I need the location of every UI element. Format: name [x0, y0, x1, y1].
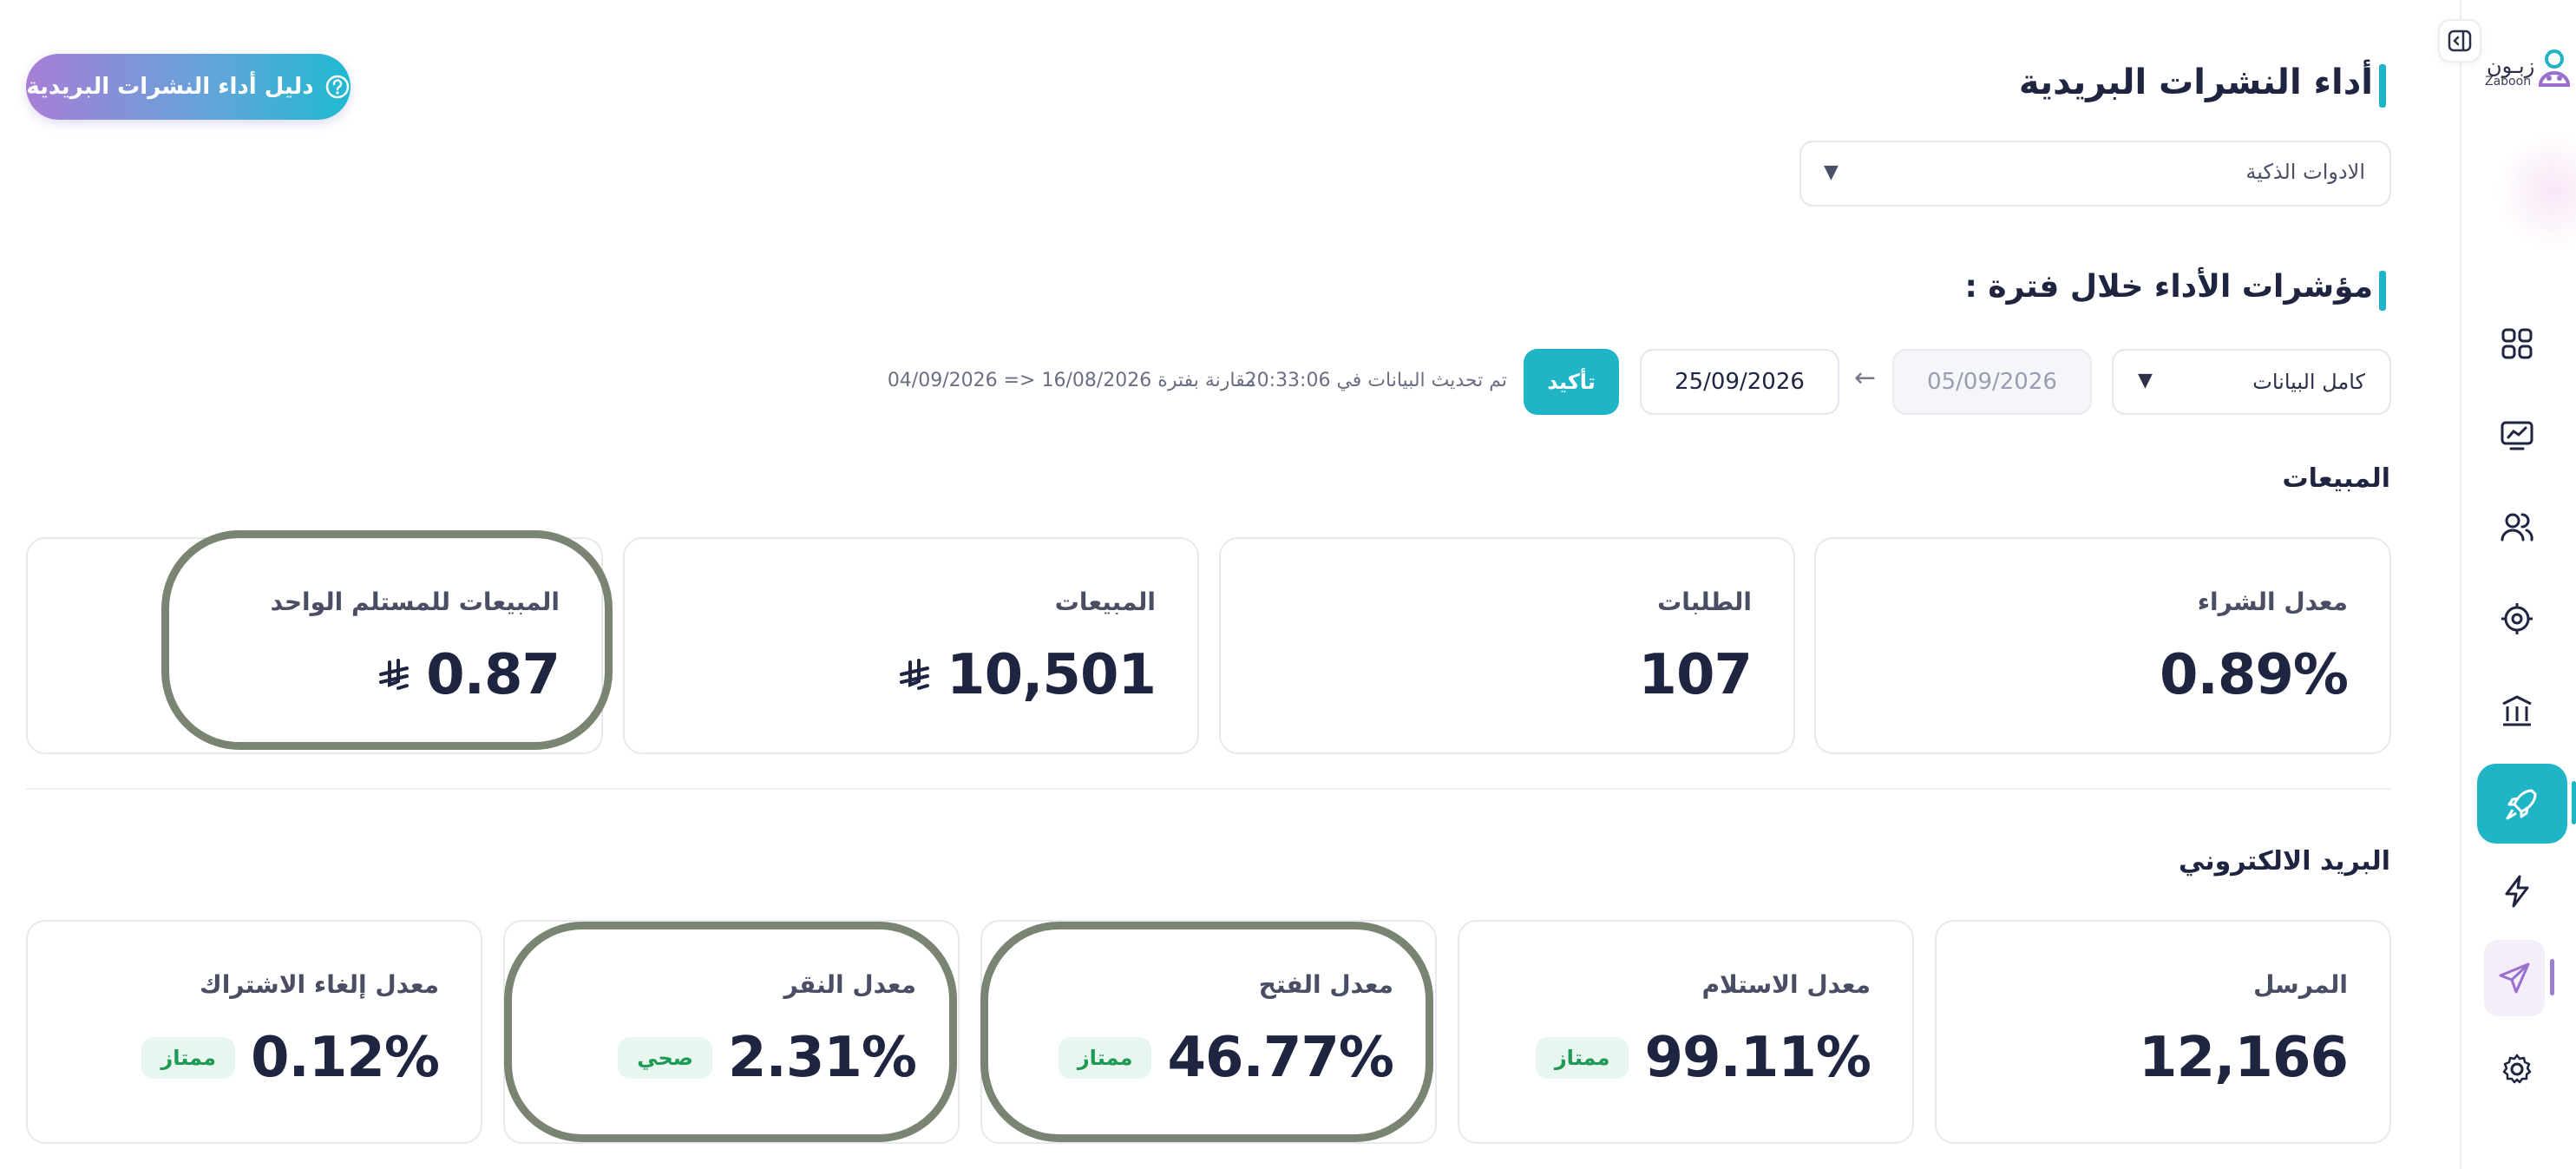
card-value: 0.87 — [426, 643, 560, 707]
arrow-left-icon: ← — [1854, 363, 1877, 393]
card-value-row: 0.87 — [379, 643, 560, 707]
analytics-icon — [2501, 421, 2533, 450]
kpi-card-unsubscribe-rate: معدل إلغاء الاشتراك ممتاز 0.12% — [26, 920, 482, 1144]
section-divider — [26, 788, 2391, 790]
nav-campaigns[interactable] — [2477, 764, 2567, 844]
kpi-card-click-rate: معدل النقر صحي 2.31% — [503, 920, 960, 1144]
last-updated-text: تم تحديث البيانات في 20:33:06 — [1244, 370, 1507, 391]
active-nav-marker — [2572, 781, 2576, 824]
status-badge: صحي — [618, 1037, 712, 1079]
card-value: 0.12% — [250, 1026, 440, 1090]
status-badge: ممتاز — [1058, 1037, 1152, 1079]
card-label: معدل الشراء — [2197, 588, 2348, 616]
period-select[interactable]: كامل البيانات ▼ — [2112, 349, 2391, 415]
nav-dashboard[interactable] — [2487, 313, 2547, 374]
card-value: 0.89% — [2159, 643, 2349, 707]
gear-icon — [2502, 1054, 2532, 1084]
title-accent-bar — [2379, 64, 2386, 108]
chevron-down-icon: ▼ — [1824, 161, 1839, 183]
brand-logo[interactable]: زبـون Zaboon — [2483, 49, 2576, 96]
card-value: 12,166 — [2139, 1026, 2349, 1090]
nav-targeting[interactable] — [2487, 588, 2547, 649]
customers-icon — [2501, 513, 2533, 542]
card-value: 99.11% — [1644, 1026, 1871, 1090]
kpi-section-title: مؤشرات الأداء خلال فترة : — [1964, 269, 2374, 305]
nav-customers[interactable] — [2487, 496, 2547, 557]
nav-automation[interactable] — [2487, 861, 2547, 922]
card-value-row: 10,501 — [900, 643, 1157, 707]
brand-name-en: Zaboon — [2485, 75, 2532, 89]
email-section-title: البريد الالكتروني — [2179, 846, 2390, 877]
sidebar-glow — [2496, 130, 2576, 252]
nav-finance[interactable] — [2487, 680, 2547, 741]
kpi-card-delivery-rate: معدل الاستلام ممتاز 99.11% — [1458, 920, 1914, 1144]
riyal-currency-icon — [900, 659, 930, 690]
confirm-button[interactable]: تأكيد — [1524, 349, 1619, 415]
send-icon — [2499, 962, 2530, 994]
card-label: معدل الفتح — [1258, 970, 1393, 999]
page-title: أداء النشرات البريدية — [2018, 62, 2373, 102]
smart-tools-select[interactable]: الادوات الذكية ▼ — [1799, 141, 2391, 207]
target-icon — [2501, 603, 2533, 634]
card-value-row: صحي 2.31% — [618, 1026, 917, 1090]
rocket-icon — [2506, 789, 2537, 820]
finance-icon — [2502, 695, 2532, 726]
card-value-row: ممتاز 99.11% — [1535, 1026, 1871, 1090]
date-from-input[interactable]: 05/09/2026 — [1892, 349, 2092, 415]
kpi-card-open-rate: معدل الفتح ممتاز 46.77% — [980, 920, 1437, 1144]
chevron-down-icon: ▼ — [2138, 370, 2153, 391]
status-badge: ممتاز — [1535, 1037, 1629, 1079]
dashboard-icon — [2501, 328, 2533, 359]
guide-button[interactable]: دليل أداء النشرات البريدية — [26, 54, 351, 120]
nav-settings[interactable] — [2487, 1039, 2547, 1100]
kpi-card-sent: المرسل 12,166 — [1935, 920, 2391, 1144]
brand-mark-icon — [2538, 49, 2571, 87]
card-value-row: ممتاز 0.12% — [141, 1026, 440, 1090]
nav-newsletters[interactable] — [2484, 940, 2545, 1016]
card-label: معدل إلغاء الاشتراك — [200, 970, 439, 999]
card-value: 2.31% — [727, 1026, 917, 1090]
guide-button-label: دليل أداء النشرات البريدية — [26, 74, 314, 100]
kpi-card-sales: المبيعات 10,501 — [623, 537, 1199, 754]
newsletter-nav-marker — [2550, 959, 2554, 995]
card-label: معدل الاستلام — [1701, 970, 1871, 999]
card-label: الطلبات — [1657, 588, 1752, 616]
card-label: المبيعات للمستلم الواحد — [270, 588, 560, 616]
kpi-card-purchase-rate: معدل الشراء 0.89% — [1814, 537, 2391, 754]
card-value: 46.77% — [1167, 1026, 1394, 1090]
panel-collapse-icon — [2448, 30, 2472, 52]
card-value: 107 — [1638, 643, 1753, 707]
period-select-value: كامل البيانات — [2252, 370, 2365, 394]
comparison-period-text: مقارنة بفترة 16/08/2026 <= 04/09/2026 — [887, 370, 1255, 391]
card-value: 10,501 — [947, 643, 1157, 707]
lightning-icon — [2505, 875, 2529, 908]
kpi-card-orders: الطلبات 107 — [1219, 537, 1795, 754]
card-label: معدل النقر — [783, 970, 916, 999]
date-to-input[interactable]: 25/09/2026 — [1640, 349, 1839, 415]
sales-section-title: المبيعات — [2282, 463, 2391, 494]
kpi-card-sales-per-recipient: المبيعات للمستلم الواحد 0.87 — [26, 537, 603, 754]
smart-tools-select-value: الادوات الذكية — [2245, 160, 2365, 184]
card-label: المرسل — [2253, 970, 2348, 999]
sidebar-collapse-button[interactable] — [2438, 19, 2481, 62]
card-label: المبيعات — [1054, 588, 1156, 616]
riyal-currency-icon — [379, 659, 410, 690]
status-badge: ممتاز — [141, 1037, 235, 1079]
help-circle-icon — [325, 75, 349, 99]
kpi-accent-bar — [2379, 271, 2386, 311]
nav-analytics[interactable] — [2487, 405, 2547, 466]
card-value-row: ممتاز 46.77% — [1058, 1026, 1394, 1090]
